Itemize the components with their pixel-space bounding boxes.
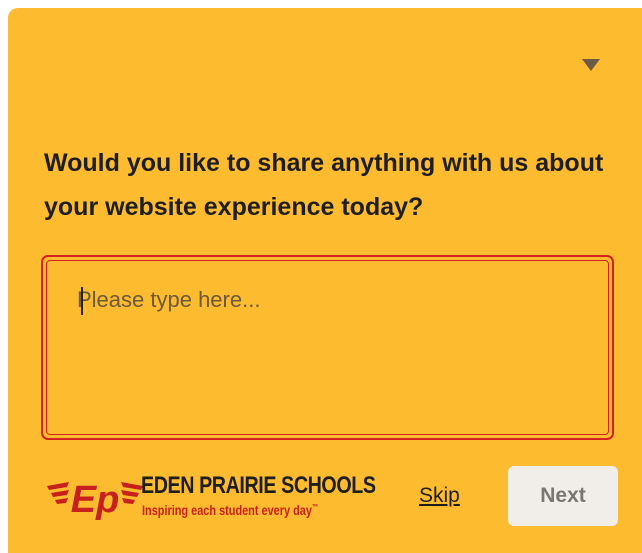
feedback-survey-panel: Would you like to share anything with us… (8, 8, 642, 553)
eden-prairie-schools-logo: Ep EDEN PRAIRIE SCHOOLS Inspiring each s… (45, 468, 407, 526)
next-button[interactable]: Next (508, 466, 618, 526)
collapse-button[interactable] (576, 52, 606, 78)
logo-school-name: EDEN PRAIRIE SCHOOLS (141, 472, 376, 499)
logo-tagline: Inspiring each student every day™ (142, 502, 318, 518)
skip-link[interactable]: Skip (419, 484, 460, 508)
logo-tagline-text: Inspiring each student every day (142, 502, 312, 518)
feedback-input-wrapper (41, 255, 614, 440)
trademark-symbol: ™ (311, 502, 319, 512)
survey-question: Would you like to share anything with us… (44, 149, 604, 221)
feedback-input[interactable] (46, 260, 609, 435)
caret-down-icon (582, 59, 600, 71)
logo-letters: Ep (71, 479, 120, 520)
ep-wings-logo-icon: Ep (47, 479, 143, 520)
text-cursor (81, 287, 83, 315)
